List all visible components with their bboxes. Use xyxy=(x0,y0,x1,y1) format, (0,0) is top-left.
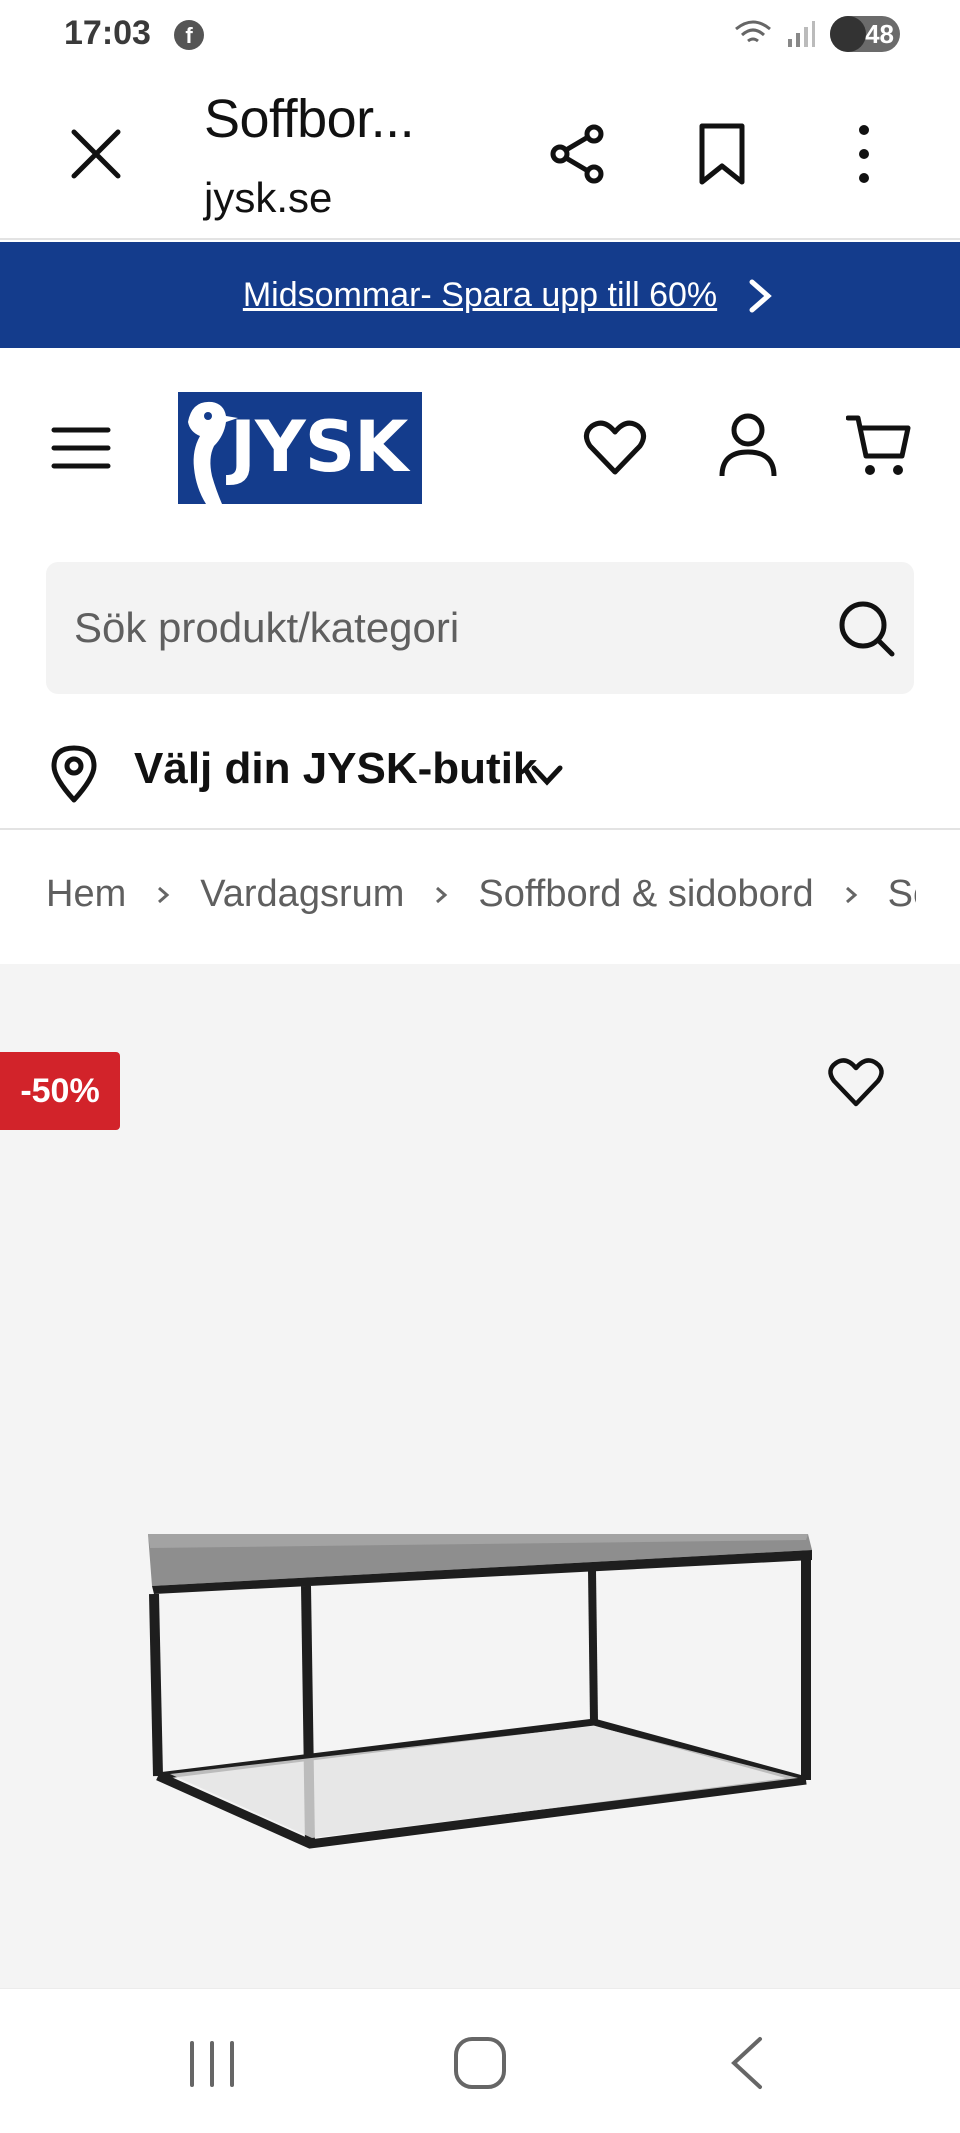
account-icon[interactable] xyxy=(716,410,780,480)
share-icon[interactable] xyxy=(546,122,610,186)
back-icon[interactable] xyxy=(724,2033,770,2093)
favorite-heart-icon[interactable] xyxy=(826,1052,886,1112)
chevron-right-icon xyxy=(749,279,772,313)
chevron-right-icon xyxy=(845,886,857,904)
page-title: Soffbor... xyxy=(204,89,415,149)
facebook-icon: f xyxy=(174,20,204,50)
product-image-gallery[interactable]: -50% xyxy=(0,964,960,1988)
cart-icon[interactable] xyxy=(846,410,912,480)
promo-banner[interactable]: Midsommar- Spara upp till 60% xyxy=(0,242,960,348)
system-nav-bar xyxy=(0,1988,960,2133)
search-bar xyxy=(46,562,914,694)
breadcrumb-item-soffbord[interactable]: Soffbord & sidobord xyxy=(478,873,813,916)
battery-saver-icon xyxy=(830,16,866,52)
status-time: 17:03 xyxy=(64,14,151,52)
breadcrumb-item-vardagsrum[interactable]: Vardagsrum xyxy=(200,873,404,916)
close-icon[interactable] xyxy=(66,124,126,184)
jysk-logo[interactable]: JYSK xyxy=(178,392,422,504)
chevron-down-icon xyxy=(531,765,563,786)
browser-toolbar: Soffbor... jysk.se xyxy=(0,70,960,240)
breadcrumb-item-current[interactable]: So xyxy=(888,873,916,916)
breadcrumb-item-home[interactable]: Hem xyxy=(46,873,126,916)
signal-icon xyxy=(788,21,815,47)
logo-text: JYSK xyxy=(230,406,408,488)
chevron-right-icon xyxy=(158,886,170,904)
page-url: jysk.se xyxy=(204,174,333,221)
recent-apps-icon[interactable] xyxy=(184,2039,240,2089)
store-selector[interactable]: Välj din JYSK-butik xyxy=(0,730,960,830)
wifi-icon xyxy=(735,20,771,43)
status-icons: 48 xyxy=(734,16,900,52)
battery-level: 48 xyxy=(865,18,894,49)
search-input[interactable] xyxy=(74,598,774,658)
more-options-icon[interactable] xyxy=(832,122,896,186)
promo-link[interactable]: Midsommar- Spara upp till 60% xyxy=(243,276,717,315)
location-pin-icon xyxy=(51,745,97,803)
breadcrumb: Hem Vardagsrum Soffbord & sidobord So xyxy=(46,872,916,932)
discount-badge: -50% xyxy=(0,1052,120,1130)
home-icon[interactable] xyxy=(450,2033,510,2093)
store-selector-label[interactable]: Välj din JYSK-butik xyxy=(134,744,537,794)
bookmark-icon[interactable] xyxy=(690,122,754,186)
chevron-right-icon xyxy=(436,886,448,904)
status-bar: 17:03 f 48 xyxy=(0,0,960,70)
battery-indicator: 48 xyxy=(830,16,900,52)
wishlist-heart-icon[interactable] xyxy=(582,414,648,480)
menu-icon[interactable] xyxy=(50,418,112,478)
search-icon[interactable] xyxy=(836,598,898,660)
coffee-table-image xyxy=(148,1534,812,1849)
site-header: JYSK xyxy=(0,348,960,548)
